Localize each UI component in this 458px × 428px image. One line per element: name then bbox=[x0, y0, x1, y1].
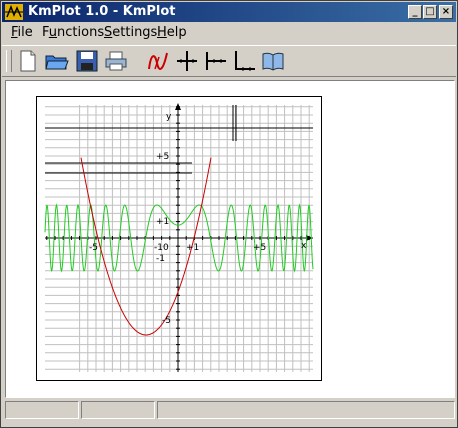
function-editor-icon[interactable] bbox=[145, 49, 171, 73]
window-title: KmPlot 1.0 - KmPlot bbox=[28, 4, 176, 19]
menu-functions[interactable]: Functions bbox=[42, 25, 104, 40]
tick-label-y-plus5: +5 bbox=[156, 152, 169, 162]
axes-corner-icon[interactable] bbox=[231, 49, 257, 73]
axes-left-icon[interactable] bbox=[202, 49, 228, 73]
status-panel-1 bbox=[5, 401, 79, 419]
axes-center-icon[interactable] bbox=[174, 49, 200, 73]
y-axis-label: y bbox=[166, 112, 172, 122]
maximize-button[interactable]: □ bbox=[423, 5, 437, 19]
minimize-button[interactable]: _ bbox=[408, 5, 422, 19]
tick-label-x-minus5: -5 bbox=[89, 243, 98, 253]
tick-label-x-minus10: -10 bbox=[154, 243, 169, 253]
plot-frame[interactable]: y x +5 +1 -1 -5 -5 -10 +1 +5 bbox=[36, 96, 322, 381]
status-bar bbox=[5, 401, 455, 421]
kmplot-window: KmPlot 1.0 - KmPlot _ □ × File Functions… bbox=[0, 0, 458, 428]
status-panel-3 bbox=[157, 401, 455, 419]
menu-settings[interactable]: Settings bbox=[104, 25, 157, 40]
title-bar[interactable]: KmPlot 1.0 - KmPlot _ □ × bbox=[2, 2, 456, 22]
open-folder-icon[interactable] bbox=[44, 49, 70, 73]
save-disk-icon[interactable] bbox=[74, 49, 100, 73]
menu-bar: File Functions Settings Help bbox=[2, 23, 456, 43]
tick-label-y-minus5: -5 bbox=[162, 316, 171, 326]
plot-area[interactable]: y x +5 +1 -1 -5 -5 -10 +1 +5 bbox=[5, 80, 455, 398]
x-axis-label: x bbox=[301, 241, 307, 251]
close-button[interactable]: × bbox=[439, 5, 453, 19]
tick-label-x-plus1: +1 bbox=[186, 243, 199, 253]
function-plot[interactable]: y x +5 +1 -1 -5 -5 -10 +1 +5 bbox=[37, 97, 321, 380]
toolbar-grip[interactable] bbox=[6, 50, 12, 72]
toolbar bbox=[2, 45, 456, 77]
menu-help[interactable]: Help bbox=[157, 25, 187, 40]
tick-label-y-plus1: +1 bbox=[156, 217, 169, 227]
help-book-icon[interactable] bbox=[260, 49, 286, 73]
new-file-icon[interactable] bbox=[15, 49, 41, 73]
status-panel-2 bbox=[81, 401, 155, 419]
tick-label-y-minus1: -1 bbox=[156, 254, 165, 264]
menu-file[interactable]: File bbox=[11, 25, 33, 40]
tick-label-x-plus5: +5 bbox=[253, 243, 266, 253]
print-icon[interactable] bbox=[103, 49, 129, 73]
kmplot-app-icon bbox=[5, 4, 23, 20]
